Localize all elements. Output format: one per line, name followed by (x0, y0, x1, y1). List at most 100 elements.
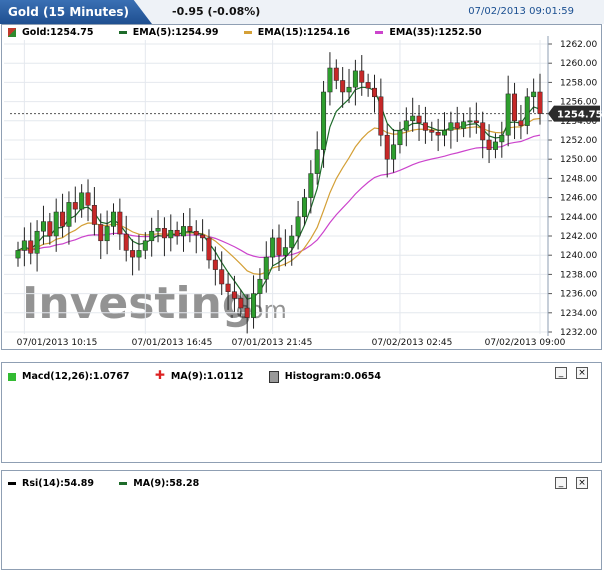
macd-close-button[interactable]: × (576, 367, 588, 379)
macd-swatch-icon (8, 372, 16, 381)
watermark-suffix: .com (228, 296, 287, 324)
price-plot: Investing.com 1232.00 1234.00 1236.00 1238.0… (4, 36, 603, 348)
candle-body (193, 230, 199, 236)
x-tick-label: 07/02/2013 09:00 (485, 338, 566, 348)
histogram-swatch-icon (268, 370, 279, 383)
candle-body (206, 237, 212, 261)
candle-body (231, 291, 237, 299)
candle-body (314, 149, 320, 174)
y-tick-label: 1238.00 (560, 270, 597, 280)
candle-body (372, 87, 377, 98)
candle-body (72, 202, 78, 210)
candle-body (238, 298, 244, 309)
candle-body (111, 211, 116, 227)
x-tick-label: 07/02/2013 02:45 (372, 338, 453, 348)
candle-body (321, 91, 327, 150)
candle-body (289, 235, 295, 248)
candle-body (21, 240, 27, 251)
candle-body (282, 247, 288, 256)
candle-body (448, 122, 454, 131)
candle-body (244, 307, 250, 318)
candle-body (149, 230, 155, 242)
candle-body (518, 120, 524, 126)
candle-body (130, 250, 136, 258)
candle-body (378, 96, 384, 136)
rsi-ma-swatch-icon (119, 482, 128, 485)
candle-body (512, 93, 518, 122)
candle-body (429, 130, 435, 133)
candle-body (499, 134, 505, 143)
x-tick-label: 07/01/2013 16:45 (132, 338, 213, 348)
watermark-text: Investing (22, 278, 253, 329)
candle-body (422, 122, 428, 131)
candle-body (270, 237, 276, 258)
candle-body (251, 293, 257, 318)
y-tick-label: 1234.00 (560, 309, 597, 319)
candle-body (40, 221, 46, 232)
candle-body (53, 211, 59, 237)
candle-body (442, 130, 447, 136)
candle-body (161, 228, 167, 239)
last-price-label: 1254.75 (557, 110, 603, 121)
candle-body (212, 259, 218, 270)
candle-body (480, 122, 486, 141)
macd-minimize-button[interactable]: _ (555, 367, 567, 379)
y-tick-label: 1232.00 (560, 328, 597, 338)
candle-body (461, 121, 467, 129)
y-tick-label: 1242.00 (560, 232, 597, 242)
candle-body (47, 221, 53, 237)
candle-body (340, 80, 346, 93)
candle-body (537, 91, 543, 114)
candle-body (117, 211, 123, 235)
candle-body (155, 228, 161, 232)
candle-body (60, 211, 66, 227)
y-tick-label: 1240.00 (560, 251, 597, 261)
candle-body (123, 233, 129, 251)
legend-rsi-ma: MA(9):58.28 (119, 478, 199, 489)
candle-body (225, 283, 231, 292)
candle-body (391, 144, 397, 160)
candle-body (263, 256, 269, 280)
candle-body (505, 93, 511, 136)
rsi-minimize-button[interactable]: _ (555, 477, 567, 489)
rsi-close-button[interactable]: × (576, 477, 588, 489)
candle-body (66, 202, 72, 227)
candle-body (473, 120, 479, 123)
plus-icon: ✚ (154, 368, 165, 382)
candle-body (104, 226, 110, 242)
candle-body (28, 240, 34, 254)
candle-body (200, 234, 206, 239)
y-tick-label: 1248.00 (560, 174, 597, 184)
candle-body (142, 240, 148, 251)
candle-body (365, 82, 371, 89)
candle-body (276, 237, 282, 256)
candle-body (492, 141, 498, 150)
candle-body (301, 197, 307, 218)
candle-body (359, 70, 365, 83)
candle-body (136, 250, 142, 258)
candle-body (174, 229, 180, 237)
candle-body (15, 250, 21, 259)
x-tick-label: 07/01/2013 21:45 (232, 338, 313, 348)
x-tick-label: 07/01/2013 10:15 (17, 338, 98, 348)
candle-body (327, 67, 333, 93)
candle-body (531, 91, 537, 98)
legend-rsi: Rsi(14):54.89 (8, 478, 94, 489)
candle-body (435, 132, 441, 136)
y-tick-label: 1246.00 (560, 194, 597, 204)
macd-legend: Macd(12,26):1.0767 ✚ MA(9):1.0112 Histogr… (8, 368, 403, 383)
candle-body (187, 226, 193, 232)
y-tick-label: 1236.00 (560, 290, 597, 300)
candle-body (91, 205, 97, 225)
candle-body (397, 130, 403, 146)
y-tick-label: 1262.00 (560, 40, 597, 50)
candle-body (403, 120, 409, 131)
candle-body (98, 224, 104, 242)
legend-macd-ma: ✚ MA(9):1.0112 (154, 368, 244, 382)
y-tick-label: 1252.00 (560, 136, 597, 146)
candle-body (34, 230, 40, 254)
y-tick-label: 1244.00 (560, 213, 597, 223)
candle-body (257, 278, 263, 294)
y-tick-label: 1250.00 (560, 155, 597, 165)
candle-body (333, 67, 339, 81)
